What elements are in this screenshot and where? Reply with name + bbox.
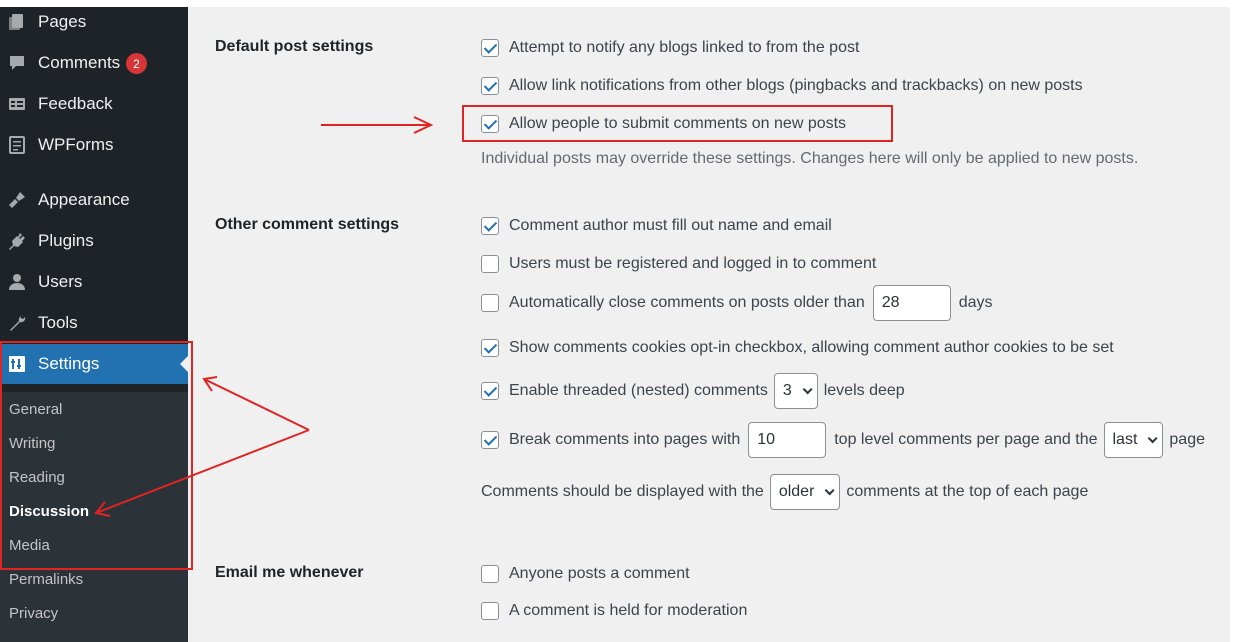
default-post-description: Individual posts may override these sett… (481, 150, 1139, 167)
option-threaded: Enable threaded (nested) comments 3 leve… (481, 373, 905, 409)
option-name-email[interactable]: Comment author must fill out name and em… (481, 215, 832, 237)
checkbox[interactable] (481, 431, 499, 449)
option-suffix: days (958, 294, 993, 311)
option-label: Show comments cookies opt-in checkbox, a… (509, 339, 1114, 356)
option-suffix: comments at the top of each page (846, 483, 1089, 500)
sidebar-item-tools[interactable]: Tools (0, 303, 188, 343)
pages-icon (7, 12, 27, 32)
sidebar-item-plugins[interactable]: Plugins (0, 221, 188, 261)
option-label: Break comments into pages with (509, 431, 741, 448)
sidebar-item-comments[interactable]: Comments 2 (0, 43, 188, 83)
option-pingbacks[interactable]: Allow link notifications from other blog… (481, 75, 1083, 97)
settings-content (188, 7, 1230, 642)
sidebar-item-label: WPForms (38, 135, 114, 154)
highlight-box-settings-menu (0, 341, 193, 570)
option-label: Enable threaded (nested) comments (509, 382, 768, 399)
sidebar-item-label: Feedback (38, 94, 113, 113)
chevron-down-icon (1148, 432, 1158, 443)
chevron-down-icon (825, 484, 835, 495)
wpforms-icon (7, 135, 27, 155)
right-edge (1230, 0, 1242, 642)
checkbox[interactable] (481, 39, 499, 57)
feedback-icon (7, 94, 27, 114)
option-suffix: levels deep (823, 382, 905, 399)
highlight-box-allow-comments (462, 105, 893, 142)
tools-icon (7, 313, 27, 333)
section-title-default-post: Default post settings (215, 38, 374, 55)
option-label: Allow link notifications from other blog… (509, 77, 1083, 94)
checkbox[interactable] (481, 602, 499, 620)
close-days-input[interactable]: 28 (872, 285, 951, 321)
submenu-privacy[interactable]: Privacy (9, 605, 58, 622)
sidebar-item-label: Comments (38, 53, 121, 72)
option-auto-close: Automatically close comments on posts ol… (481, 285, 993, 321)
comments-icon (7, 53, 27, 73)
comment-order-select[interactable]: older (769, 474, 841, 510)
option-paged: Break comments into pages with 10 top le… (481, 421, 1205, 459)
sidebar-item-label: Tools (38, 313, 78, 332)
chevron-down-icon (802, 383, 813, 394)
users-icon (7, 272, 27, 292)
sidebar-item-feedback[interactable]: Feedback (0, 84, 188, 124)
option-label: Users must be registered and logged in t… (509, 255, 877, 272)
option-notify-blogs[interactable]: Attempt to notify any blogs linked to fr… (481, 37, 859, 59)
option-label: Anyone posts a comment (509, 565, 690, 582)
option-label: Automatically close comments on posts ol… (509, 294, 865, 311)
checkbox[interactable] (481, 255, 499, 273)
checkbox[interactable] (481, 77, 499, 95)
option-suffix: page (1169, 431, 1205, 448)
option-held-moderation[interactable]: A comment is held for moderation (481, 600, 747, 622)
checkbox[interactable] (481, 294, 499, 312)
option-label: Comment author must fill out name and em… (509, 217, 832, 234)
option-label: Attempt to notify any blogs linked to fr… (509, 39, 860, 56)
plugins-icon (7, 231, 27, 251)
sidebar-item-users[interactable]: Users (0, 262, 188, 302)
option-middle-text: top level comments per page and the (834, 431, 1098, 448)
comments-count-badge: 2 (126, 53, 147, 74)
checkbox[interactable] (481, 339, 499, 357)
comments-per-page-input[interactable]: 10 (748, 422, 827, 458)
section-title-email: Email me whenever (215, 564, 364, 581)
checkbox[interactable] (481, 565, 499, 583)
option-cookies[interactable]: Show comments cookies opt-in checkbox, a… (481, 337, 1114, 359)
option-order: Comments should be displayed with the ol… (481, 474, 1088, 510)
sidebar-item-pages[interactable]: Pages (0, 2, 188, 42)
sidebar-item-label: Appearance (38, 190, 130, 209)
sidebar-item-wpforms[interactable]: WPForms (0, 125, 188, 165)
sidebar-item-label: Users (38, 272, 83, 291)
sidebar-item-label: Pages (38, 12, 87, 31)
default-page-select[interactable]: last (1103, 422, 1164, 458)
submenu-permalinks[interactable]: Permalinks (9, 571, 83, 588)
checkbox[interactable] (481, 217, 499, 235)
sidebar-item-label: Plugins (38, 231, 94, 250)
option-label: A comment is held for moderation (509, 602, 748, 619)
thread-depth-select[interactable]: 3 (773, 373, 818, 409)
appearance-icon (7, 190, 27, 210)
checkbox[interactable] (481, 382, 499, 400)
section-title-other-comment: Other comment settings (215, 216, 400, 233)
option-prefix: Comments should be displayed with the (481, 483, 764, 500)
option-anyone-posts[interactable]: Anyone posts a comment (481, 563, 690, 585)
sidebar-item-appearance[interactable]: Appearance (0, 180, 188, 220)
option-registered[interactable]: Users must be registered and logged in t… (481, 253, 876, 275)
